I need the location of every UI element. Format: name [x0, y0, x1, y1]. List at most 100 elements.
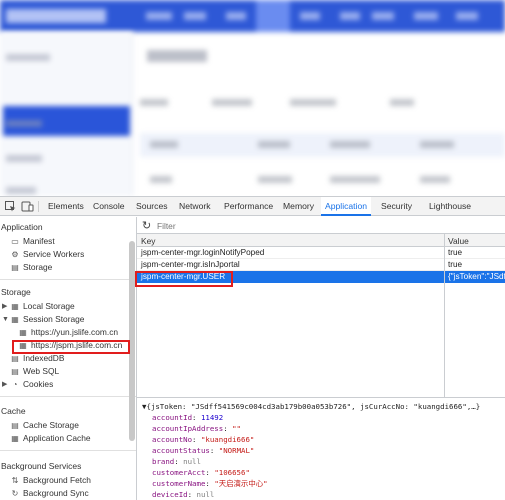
sidebar-item-background-sync[interactable]: ↻ Background Sync [10, 487, 89, 499]
row-key: jspm-center-mgr.isInJportal [141, 260, 240, 269]
nav-item[interactable] [300, 12, 320, 20]
column-header-key[interactable]: Key [141, 236, 155, 246]
sidebar-item[interactable] [6, 187, 36, 194]
nav-item-active[interactable] [256, 0, 290, 32]
tab-sources[interactable]: Sources [132, 197, 172, 216]
sidebar-item[interactable] [6, 120, 42, 127]
field-key: accountStatus [152, 446, 210, 455]
page-top-nav [0, 0, 505, 32]
column-divider[interactable] [444, 234, 445, 398]
tab-performance[interactable]: Performance [220, 197, 277, 216]
sidebar-item-local-storage[interactable]: ▶ ▦ Local Storage [2, 300, 75, 312]
sidebar-item-session-storage[interactable]: ▼ ▦ Session Storage [2, 313, 84, 325]
content-text [140, 99, 168, 106]
preview-summary[interactable]: ▼{jsToken: "JSdff541569c004cd3ab179b00a0… [142, 401, 480, 412]
sidebar-item-label: Session Storage [23, 314, 85, 324]
device-toolbar-icon[interactable] [21, 200, 34, 213]
tab-memory[interactable]: Memory [279, 197, 318, 216]
field-key: accountIpAddress [152, 424, 224, 433]
table-header: Key Value [137, 234, 505, 247]
tab-console[interactable]: Console [89, 197, 129, 216]
content-text [330, 176, 380, 183]
sidebar-item-label: Service Workers [23, 249, 85, 259]
sidebar-item-label: https://yun.jslife.com.cn [31, 327, 119, 337]
refresh-icon[interactable]: ↻ [142, 219, 151, 232]
sidebar-item-session-yun[interactable]: ▦ https://yun.jslife.com.cn [18, 326, 118, 338]
sidebar-item-manifest[interactable]: ▭ Manifest [10, 235, 55, 247]
content-text [150, 176, 172, 183]
sidebar-item-label: IndexedDB [23, 353, 65, 363]
grid-icon: ▦ [11, 314, 19, 324]
page-sidebar [0, 32, 133, 196]
database-icon: ▤ [11, 353, 19, 363]
storage-panel: ↻ Key Value jspm-center-mgr.loginNotifyP… [137, 217, 505, 500]
preview-field: accountIpAddress: "" [152, 424, 242, 433]
divider [0, 396, 136, 397]
nav-item[interactable] [340, 12, 360, 20]
sidebar-item[interactable] [6, 54, 50, 61]
filter-toolbar: ↻ [137, 217, 505, 234]
database-icon: ▤ [11, 262, 19, 272]
sidebar-item-service-workers[interactable]: ⚙ Service Workers [10, 248, 84, 260]
nav-item[interactable] [226, 12, 246, 20]
sync-icon: ↻ [11, 488, 19, 498]
devtools-panel: Elements Console Sources Network Perform… [0, 196, 505, 500]
filter-input[interactable] [157, 220, 357, 231]
content-text [258, 141, 290, 148]
chevron-right-icon[interactable]: ▶ [2, 380, 10, 388]
tab-lighthouse[interactable]: Lighthouse [425, 197, 475, 216]
section-application-title: Application [1, 222, 43, 232]
field-key: accountId [152, 413, 193, 422]
sidebar-item[interactable] [6, 155, 42, 162]
sidebar-item-background-fetch[interactable]: ⇅ Background Fetch [10, 474, 91, 486]
sidebar-item-application-cache[interactable]: ▦ Application Cache [10, 432, 90, 444]
divider [0, 450, 136, 451]
row-value: {"jsToken":"JSdff5 [448, 272, 505, 281]
nav-item[interactable] [372, 12, 394, 20]
document-icon: ▭ [11, 236, 19, 246]
database-icon: ▤ [11, 420, 19, 430]
content-text [330, 141, 370, 148]
preview-field: accountId: 11492 [152, 413, 224, 422]
column-header-value[interactable]: Value [448, 236, 469, 246]
grid-icon: ▦ [11, 301, 19, 311]
blurred-web-page [0, 0, 505, 196]
section-background-title: Background Services [1, 461, 82, 471]
sidebar-item-label: Manifest [23, 236, 55, 246]
nav-item[interactable] [146, 12, 172, 20]
tab-elements[interactable]: Elements [44, 197, 88, 216]
nav-item[interactable] [456, 12, 478, 20]
inspect-element-icon[interactable] [4, 200, 17, 213]
page-tab[interactable] [147, 50, 207, 62]
tab-application[interactable]: Application [321, 197, 372, 216]
row-key: jspm-center-mgr.loginNotifyPoped [141, 248, 265, 257]
field-value: "NORMAL" [218, 446, 255, 455]
section-cache-title: Cache [1, 406, 26, 416]
tab-network[interactable]: Network [175, 197, 215, 216]
field-value: "106656" [214, 468, 250, 477]
sidebar-item-label: Storage [23, 262, 53, 272]
table-row[interactable]: jspm-center-mgr.loginNotifyPoped true [137, 247, 505, 259]
sidebar-item-cache-storage[interactable]: ▤ Cache Storage [10, 419, 79, 431]
table-row[interactable]: jspm-center-mgr.isInJportal true [137, 259, 505, 271]
tab-security[interactable]: Security [377, 197, 416, 216]
sidebar-item-label: Cache Storage [23, 420, 79, 430]
nav-item[interactable] [184, 12, 206, 20]
content-text [212, 99, 252, 106]
application-sidebar: Application ▭ Manifest ⚙ Service Workers ▤… [0, 217, 137, 500]
sync-icon: ⇅ [11, 475, 19, 485]
screenshot-root: Elements Console Sources Network Perform… [0, 0, 505, 500]
database-icon: ▤ [11, 366, 19, 376]
gear-icon: ⚙ [11, 249, 19, 259]
sidebar-item-websql[interactable]: ▤ Web SQL [10, 365, 59, 377]
content-text [150, 141, 178, 148]
sidebar-item-cookies[interactable]: ▶ ◔ Cookies [2, 378, 53, 390]
field-value: "kuangdi666" [200, 435, 255, 444]
grid-icon: ▦ [11, 433, 19, 443]
preview-field: customerAcct: "106656" [152, 468, 250, 477]
chevron-right-icon[interactable]: ▶ [2, 302, 10, 310]
field-key: customerAcct [152, 468, 206, 477]
nav-item[interactable] [414, 12, 438, 20]
chevron-down-icon[interactable]: ▼ [2, 316, 10, 323]
sidebar-item-storage[interactable]: ▤ Storage [10, 261, 52, 273]
